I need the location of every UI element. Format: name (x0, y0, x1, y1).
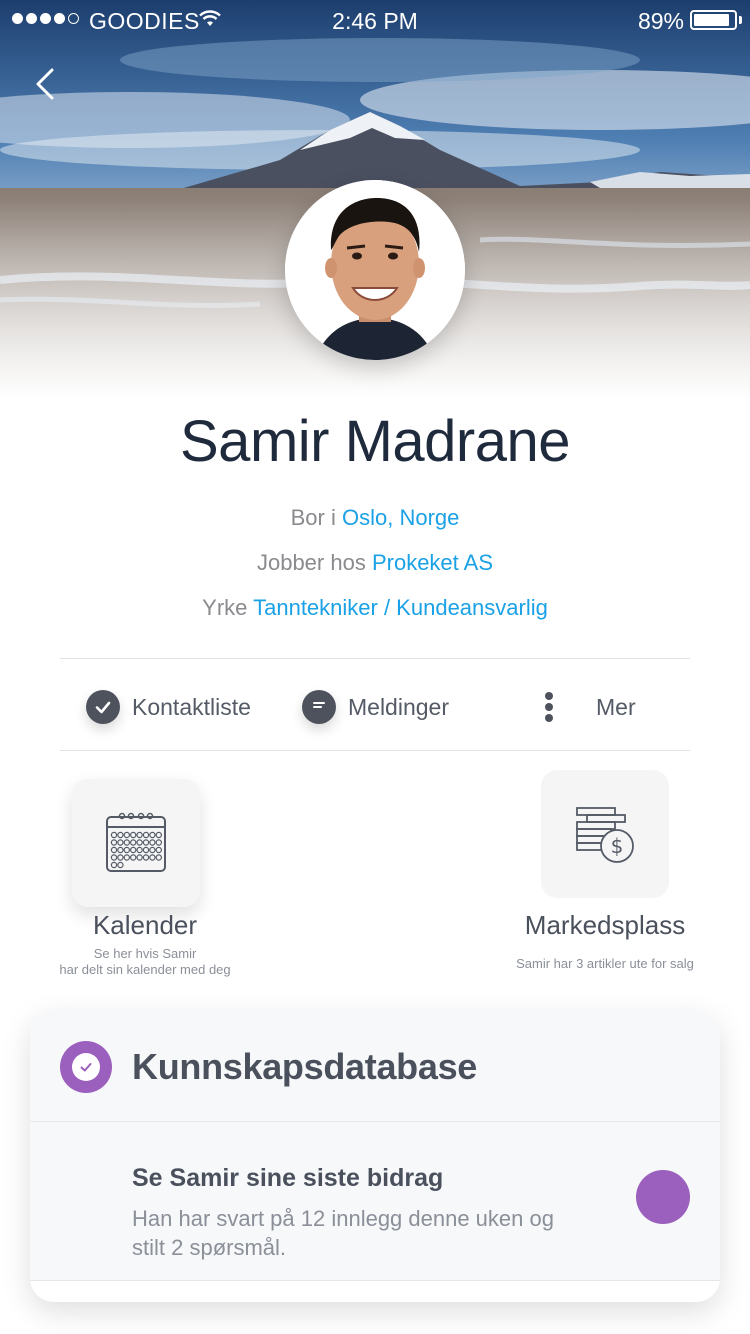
knowledge-card-header: Kunnskapsdatabase (30, 1010, 720, 1122)
job-title-link[interactable]: Tanntekniker / Kundeansvarlig (253, 595, 548, 620)
subtitle-line: Se her hvis Samir (93, 946, 197, 961)
calendar-icon (106, 812, 166, 872)
battery-tip (739, 16, 742, 24)
knowledge-card: Kunnskapsdatabase Se Samir sine siste bi… (30, 1010, 720, 1302)
location-line: Bor i Oslo, Norge (0, 505, 750, 531)
marketplace-tile-title: Markedsplass (524, 910, 686, 940)
marketplace-tile-subtitle: Samir har 3 artikler ute for salg (516, 956, 694, 971)
chat-bubble-icon (302, 690, 336, 724)
battery-percentage: 89% (637, 8, 684, 34)
action-messages[interactable]: Meldinger (302, 684, 449, 730)
battery-icon (690, 10, 737, 30)
action-label: Mer (596, 693, 636, 720)
status-bar: GOODIES 2:46 PM 89% (0, 0, 750, 40)
action-label: Kontaktliste (132, 693, 251, 720)
profile-name: Samir Madrane (180, 409, 570, 474)
action-more[interactable]: Mer (532, 684, 636, 730)
divider (60, 750, 690, 751)
profile-photo (285, 180, 465, 360)
location-link[interactable]: Oslo, Norge (342, 505, 459, 530)
row-title: Se Samir sine siste bidrag (132, 1164, 444, 1192)
marketplace-tile[interactable]: $ (541, 770, 669, 898)
calendar-tile-title: Kalender (92, 910, 198, 940)
employer-prefix: Jobber hos (256, 550, 366, 575)
back-button[interactable] (28, 62, 64, 106)
location-prefix: Bor i (290, 505, 336, 530)
employer-line: Jobber hos Prokeket AS (0, 550, 750, 576)
employer-link[interactable]: Prokeket AS (372, 550, 493, 575)
coins-dollar-icon: $ (576, 807, 634, 863)
calendar-tile-subtitle: Se her hvis Samir har delt sin kalender … (40, 946, 250, 978)
row-subtitle: Han har svart på 12 innlegg denne uken o… (132, 1206, 554, 1260)
action-contact-list[interactable]: Kontaktliste (86, 684, 251, 730)
avatar[interactable] (285, 180, 465, 360)
svg-text:$: $ (611, 834, 624, 858)
recent-contributions-row[interactable]: Se Samir sine siste bidrag Han har svart… (30, 1122, 720, 1280)
job-title-prefix: Yrke (202, 595, 248, 620)
action-label: Meldinger (348, 693, 449, 720)
subtitle-line: har delt sin kalender med deg (59, 962, 231, 977)
check-circle-icon (60, 1041, 112, 1093)
more-vertical-icon (545, 692, 553, 722)
battery-level (694, 14, 729, 26)
job-title-line: Yrke Tanntekniker / Kundeansvarlig (0, 595, 750, 621)
check-circle-icon (86, 690, 120, 724)
chevron-left-icon (36, 68, 54, 100)
calendar-tile[interactable] (72, 779, 200, 907)
divider (60, 658, 690, 659)
knowledge-card-title: Kunnskapsdatabase (132, 1046, 478, 1087)
divider (30, 1280, 720, 1281)
status-dot (636, 1170, 690, 1224)
